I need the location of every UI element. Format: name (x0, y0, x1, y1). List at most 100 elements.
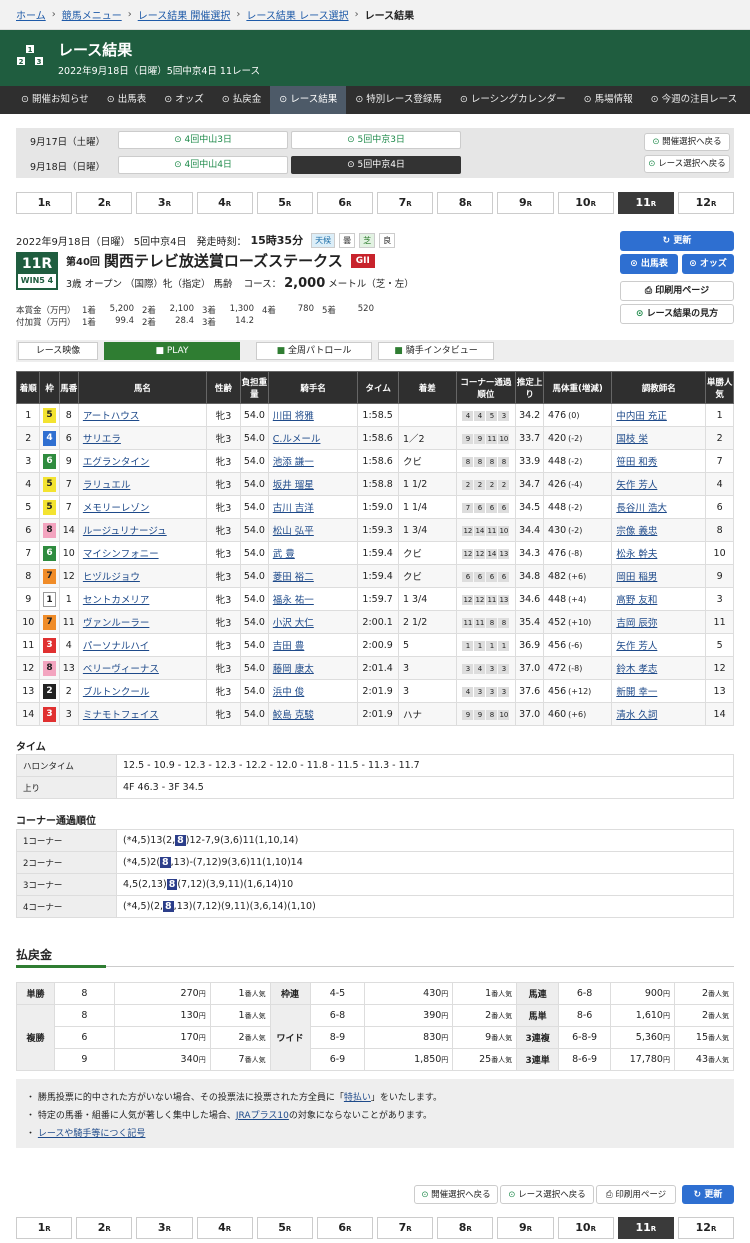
race-tab[interactable]: 2R (76, 192, 133, 214)
race-tab[interactable]: 5R (256, 1217, 313, 1239)
race-tab[interactable]: 4R (196, 192, 253, 214)
trainer-link[interactable]: 矢作 芳人 (616, 480, 657, 491)
race-tab[interactable]: 3R (136, 1217, 193, 1239)
horse-name-link[interactable]: ブルトンクール (83, 687, 150, 698)
race-tab[interactable]: 11R (617, 1217, 674, 1239)
race-tab[interactable]: 7R (377, 192, 434, 214)
trainer-link[interactable]: 松永 幹夫 (616, 549, 657, 560)
nav-item[interactable]: ⊙ 開催お知らせ (12, 86, 98, 114)
race-tab[interactable]: 9R (497, 192, 554, 214)
nav-item[interactable]: ⊙ オッズ (155, 86, 213, 114)
nav-item[interactable]: ⊙ レース結果 (270, 86, 347, 114)
horse-name-link[interactable]: ルージュリナージュ (83, 526, 167, 537)
jockey-link[interactable]: 池添 謙一 (273, 457, 314, 468)
race-tab[interactable]: 11R (617, 192, 674, 214)
horse-name-link[interactable]: サリエラ (83, 434, 121, 445)
jockey-link[interactable]: 川田 将雅 (273, 411, 314, 422)
nav-item[interactable]: ⊙ 特別レース登録馬 (346, 86, 451, 114)
guide-button[interactable]: ⊙ レース結果の見方 (620, 304, 734, 324)
nav-item[interactable]: ⊙ レーシングカレンダー (451, 86, 575, 114)
update-button[interactable]: ↻ 更新 (620, 231, 734, 251)
trainer-link[interactable]: 清水 久詞 (616, 710, 657, 721)
back-to-kaisai-button-bottom[interactable]: ⊙ 開催選択へ戻る (414, 1185, 498, 1204)
trainer-link[interactable]: 吉岡 辰弥 (616, 618, 657, 629)
odds-button[interactable]: ⊙ オッズ (682, 254, 734, 274)
jockey-link[interactable]: 吉田 豊 (273, 641, 305, 652)
breadcrumb-home[interactable]: ホーム (16, 7, 46, 22)
race-tab[interactable]: 5R (256, 192, 313, 214)
trainer-link[interactable]: 笹田 和秀 (616, 457, 657, 468)
horse-name-link[interactable]: アートハウス (83, 411, 139, 422)
trainer-link[interactable]: 矢作 芳人 (616, 641, 657, 652)
race-tab[interactable]: 3R (136, 192, 193, 214)
jockey-link[interactable]: 小沢 大仁 (273, 618, 314, 629)
print-button[interactable]: ⎙ 印刷用ページ (620, 281, 734, 301)
jockey-link[interactable]: 藤岡 康太 (273, 664, 314, 675)
back-to-race-button[interactable]: ⊙ レース選択へ戻る (644, 155, 730, 173)
trainer-link[interactable]: 中内田 充正 (616, 411, 667, 422)
horse-name-link[interactable]: マイシンフォニー (83, 549, 159, 560)
race-tab[interactable]: 7R (377, 1217, 434, 1239)
meeting-button[interactable]: ⊙ 4回中山4日 (118, 156, 288, 174)
race-tab[interactable]: 6R (316, 1217, 374, 1239)
print-button-bottom[interactable]: ⎙ 印刷用ページ (596, 1185, 676, 1204)
jockey-link[interactable]: C.ルメール (273, 434, 321, 445)
horse-name-link[interactable]: セントカメリア (83, 595, 150, 606)
jockey-link[interactable]: 松山 弘平 (273, 526, 314, 537)
syutsuba-button[interactable]: ⊙ 出馬表 (620, 254, 678, 274)
trainer-link[interactable]: 国枝 栄 (616, 434, 648, 445)
trainer-link[interactable]: 鈴木 孝志 (616, 664, 657, 675)
back-to-race-button-bottom[interactable]: ⊙ レース選択へ戻る (500, 1185, 594, 1204)
nav-item[interactable]: ⊙ 馬場情報 (575, 86, 642, 114)
trainer-link[interactable]: 宗像 義忠 (616, 526, 657, 537)
horse-name-link[interactable]: メモリーレゾン (83, 503, 150, 514)
tokubarai-link[interactable]: 特払い (344, 1093, 371, 1103)
meeting-button[interactable]: ⊙ 5回中京3日 (291, 131, 461, 149)
horse-name-link[interactable]: ミナモトフェイス (83, 710, 159, 721)
breadcrumb-race[interactable]: レース結果 レース選択 (246, 7, 348, 22)
race-tab[interactable]: 8R (437, 192, 494, 214)
meeting-button[interactable]: ⊙ 4回中山3日 (118, 131, 288, 149)
breadcrumb-menu[interactable]: 競馬メニュー (62, 7, 122, 22)
meeting-button-selected[interactable]: ⊙ 5回中京4日 (291, 156, 461, 174)
jockey-link[interactable]: 浜中 俊 (273, 687, 305, 698)
play-button[interactable]: ■ PLAY (104, 342, 240, 360)
jra-plus10-link[interactable]: JRAプラス10 (236, 1111, 289, 1121)
race-tab[interactable]: 2R (76, 1217, 133, 1239)
race-tab[interactable]: 1R (16, 1217, 73, 1239)
horse-name-link[interactable]: パーソナルハイ (83, 641, 149, 652)
trainer-link[interactable]: 新開 幸一 (616, 687, 657, 698)
race-tab[interactable]: 12R (677, 1217, 735, 1239)
jockey-link[interactable]: 武 豊 (273, 549, 295, 560)
back-to-kaisai-button[interactable]: ⊙ 開催選択へ戻る (644, 133, 730, 151)
jockey-link[interactable]: 菱田 裕二 (273, 572, 314, 583)
race-tab[interactable]: 10R (557, 1217, 614, 1239)
update-button-bottom[interactable]: ↻ 更新 (682, 1185, 734, 1204)
breadcrumb-kaisai[interactable]: レース結果 開催選択 (138, 7, 231, 22)
race-tab[interactable]: 8R (437, 1217, 494, 1239)
patrol-button[interactable]: ■ 全周パトロール (256, 342, 372, 360)
horse-name-link[interactable]: ヴァンルーラー (83, 618, 150, 629)
horse-name-link[interactable]: ヒヅルジョウ (83, 572, 140, 583)
symbols-link[interactable]: レースや騎手等につく記号 (38, 1129, 146, 1139)
race-tab[interactable]: 10R (557, 192, 614, 214)
race-tab[interactable]: 9R (497, 1217, 554, 1239)
race-tab[interactable]: 6R (316, 192, 374, 214)
race-tab[interactable]: 12R (677, 192, 735, 214)
race-tab[interactable]: 1R (16, 192, 73, 214)
jockey-link[interactable]: 福永 祐一 (273, 595, 314, 606)
jockey-link[interactable]: 坂井 瑠星 (273, 480, 314, 491)
nav-item[interactable]: ⊙ 出馬表 (98, 86, 156, 114)
jockey-link[interactable]: 鮫島 克駿 (273, 710, 314, 721)
trainer-link[interactable]: 高野 友和 (616, 595, 657, 606)
nav-item[interactable]: ⊙ 今週の注目レース (642, 86, 747, 114)
horse-name-link[interactable]: ラリュエル (83, 480, 131, 491)
horse-name-link[interactable]: エグランタイン (83, 457, 150, 468)
race-tab[interactable]: 4R (196, 1217, 253, 1239)
interview-button[interactable]: ■ 騎手インタビュー (378, 342, 494, 360)
trainer-link[interactable]: 長谷川 浩大 (616, 503, 667, 514)
trainer-link[interactable]: 岡田 稲男 (616, 572, 657, 583)
horse-name-link[interactable]: ベリーヴィーナス (83, 664, 159, 675)
nav-item[interactable]: ⊙ 払戻金 (213, 86, 271, 114)
jockey-link[interactable]: 古川 吉洋 (273, 503, 314, 514)
